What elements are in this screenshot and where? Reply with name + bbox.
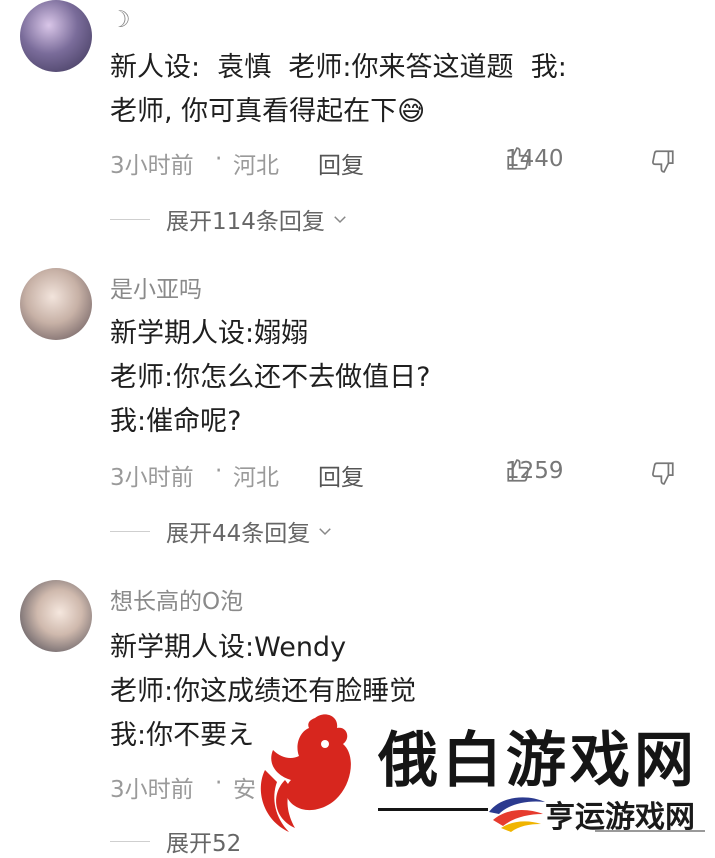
comment-meta: 3小时前 · 河北 回复 1440: [110, 146, 690, 179]
comment-text: 新学期人设:Wendy 老师:你这成绩还有脸睡觉 我:你不要え: [110, 632, 417, 751]
divider-line: [110, 218, 150, 220]
separator-dot: ·: [215, 458, 223, 484]
like-button[interactable]: 1259: [505, 458, 564, 484]
watermark-rule: [378, 808, 488, 811]
comment-text: 新学期人设:嫋嫋 老师:你怎么还不去做值日? 我:催命呢?: [110, 318, 431, 437]
chevron-down-icon: [319, 528, 332, 536]
divider-line: [110, 530, 150, 532]
expand-replies-label: 展开52: [166, 831, 242, 857]
username[interactable]: 想长高的O泡: [110, 588, 243, 616]
thumbs-down-icon: [652, 150, 674, 173]
reply-button[interactable]: 回复: [318, 458, 364, 492]
comment-meta: 3小时前 · 安: [110, 770, 690, 803]
avatar[interactable]: [20, 580, 92, 652]
timestamp: 3小时前: [110, 465, 194, 491]
dislike-button[interactable]: [650, 148, 676, 174]
expand-replies-button[interactable]: 展开114条回复: [110, 204, 349, 235]
avatar[interactable]: [20, 268, 92, 340]
avatar[interactable]: [20, 0, 92, 72]
dislike-button[interactable]: [650, 460, 676, 486]
like-count: 1259: [505, 458, 564, 484]
thumbs-down-icon: [652, 462, 674, 485]
like-button[interactable]: 1440: [505, 146, 564, 172]
location: 河北: [233, 153, 279, 179]
expand-replies-button[interactable]: 展开44条回复: [110, 516, 334, 547]
location: 河北: [233, 465, 279, 491]
like-count: 1440: [505, 146, 564, 172]
comment-meta: 3小时前 · 河北 回复 1259: [110, 458, 690, 491]
watermark-rule-2: [595, 830, 705, 832]
expand-replies-label: 展开44条回复: [166, 521, 311, 547]
chevron-down-icon: [334, 216, 346, 224]
timestamp: 3小时前: [110, 153, 194, 179]
location: 安: [233, 777, 256, 803]
divider-line: [110, 840, 150, 842]
expand-replies-button[interactable]: 展开52: [110, 826, 242, 857]
comment-text: 新人设: 袁慎 老师:你来答这道题 我: 老师, 你可真看得起在下😅: [110, 52, 567, 127]
username[interactable]: 是小亚吗: [110, 276, 202, 304]
separator-dot: ·: [215, 146, 223, 172]
timestamp: 3小时前: [110, 777, 194, 803]
expand-replies-label: 展开114条回复: [166, 209, 325, 235]
separator-dot: ·: [215, 770, 223, 796]
username[interactable]: ☽: [110, 6, 131, 34]
reply-button[interactable]: 回复: [318, 146, 364, 180]
